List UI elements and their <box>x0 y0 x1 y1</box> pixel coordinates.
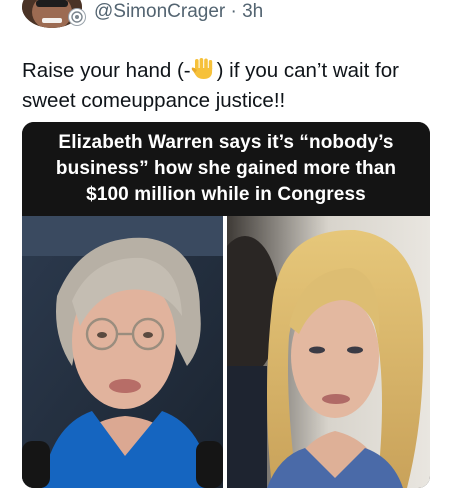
handle-line: @SimonCrager · 3h <box>94 1 263 23</box>
post-text: Raise your hand (- ) if you can’t wait f… <box>22 56 432 116</box>
verified-badge-icon <box>68 8 86 26</box>
post-text-start: Raise your hand (- <box>22 59 191 82</box>
raised-hand-icon <box>191 58 217 80</box>
right-photo <box>227 216 430 488</box>
post-header: @SimonCrager · 3h <box>0 0 450 32</box>
post-media[interactable]: Elizabeth Warren says it’s “nobody’s bus… <box>22 122 430 488</box>
post-time[interactable]: 3h <box>242 1 263 22</box>
caption-line-3: $100 million while in Congress <box>86 184 366 205</box>
user-handle[interactable]: @SimonCrager <box>94 1 225 22</box>
caption-line-2: business” how she gained more than <box>55 158 397 179</box>
caption-box: Elizabeth Warren says it’s “nobody’s bus… <box>22 122 430 216</box>
left-photo <box>22 216 223 488</box>
caption-line-1: Elizabeth Warren says it’s “nobody’s <box>58 132 394 153</box>
separator: · <box>225 1 243 22</box>
